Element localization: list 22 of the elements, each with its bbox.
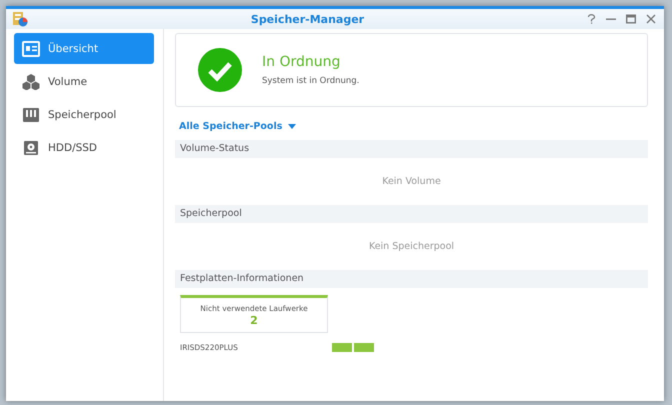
pool-filter-dropdown[interactable]: Alle Speicher-Pools [179,121,296,132]
close-icon[interactable] [646,14,656,24]
maximize-icon[interactable] [626,14,636,24]
caret-icon [288,124,296,129]
window-title: Speicher-Manager [250,12,366,26]
storage-pool-icon [22,106,40,122]
section-header: Festplatten-Informationen [175,270,648,288]
id-card-icon [22,40,40,56]
cubes-icon [22,74,40,90]
storage-manager-logo-icon [12,11,28,27]
check-circle-icon [198,48,242,92]
help-icon[interactable] [587,14,596,24]
sidebar-item[interactable]: Volume [14,66,154,97]
empty-message: Kein Volume [382,176,441,187]
section-header: Volume-Status [175,140,648,158]
sidebar-item[interactable]: HDD/SSD [14,132,154,163]
status-message: System ist in Ordnung. [262,76,360,86]
card-value: 2 [250,314,258,326]
section-header: Speicherpool [175,205,648,223]
status-title: In Ordnung [262,54,342,70]
sidebar-item[interactable]: Speicherpool [14,99,154,130]
empty-message: Kein Speicherpool [368,241,454,252]
